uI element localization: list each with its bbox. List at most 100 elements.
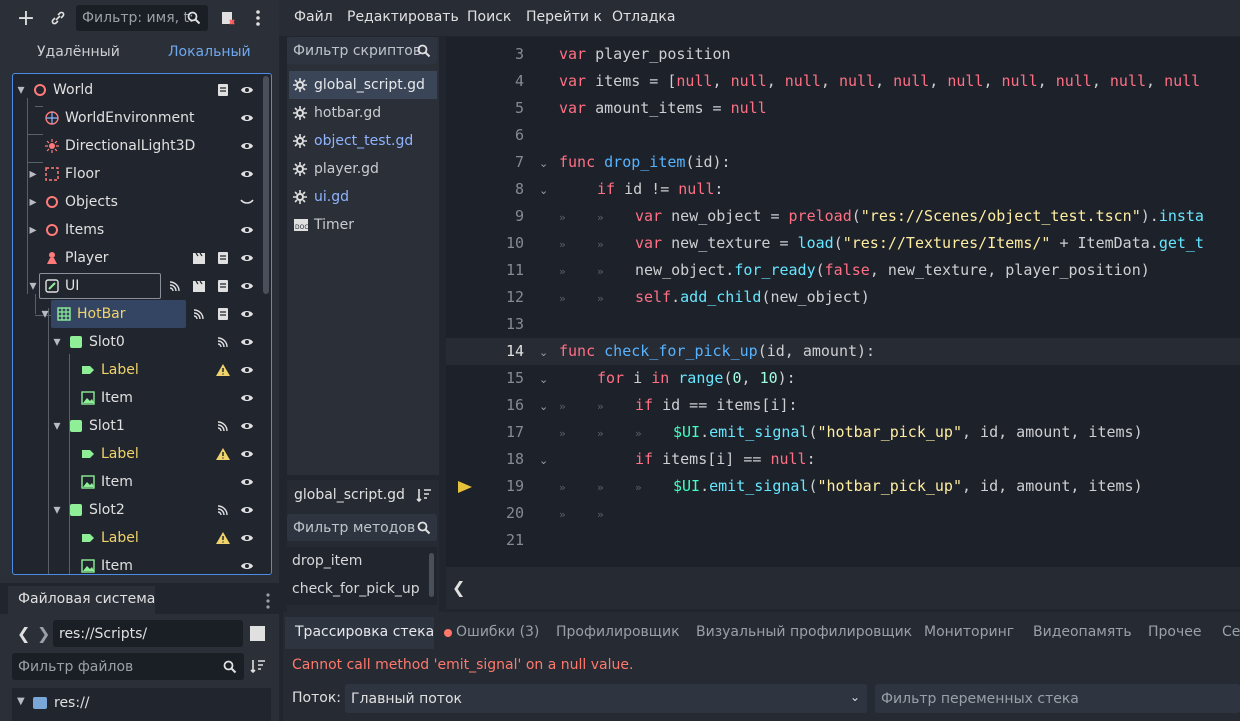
attach-script-icon[interactable] xyxy=(218,8,238,28)
signal-icon[interactable] xyxy=(215,334,231,350)
tree-row[interactable]: ▸ Objects xyxy=(13,188,271,216)
tree-row[interactable]: ▸ Floor xyxy=(13,160,271,188)
method-item[interactable]: check_for_pick_up xyxy=(292,581,420,597)
signal-icon[interactable] xyxy=(191,306,207,322)
debugger-tab[interactable]: Мониторинг xyxy=(924,624,1014,640)
script-icon[interactable] xyxy=(215,278,231,294)
toggle-split-icon[interactable] xyxy=(250,626,265,641)
script-list-item[interactable]: object_test.gd xyxy=(287,127,437,155)
tree-row[interactable]: Item xyxy=(13,552,271,574)
visibility-icon[interactable] xyxy=(239,222,255,238)
tree-row[interactable]: ▾ UI xyxy=(13,272,271,300)
visibility-icon[interactable] xyxy=(239,82,255,98)
tree-row[interactable]: ▸ Items xyxy=(13,216,271,244)
menu-item[interactable]: Перейти к xyxy=(526,9,602,25)
visibility-icon[interactable] xyxy=(239,502,255,518)
kebab-icon[interactable] xyxy=(262,591,274,611)
hidden-icon[interactable] xyxy=(239,194,255,210)
tree-row[interactable]: DirectionalLight3D xyxy=(13,132,271,160)
menu-item[interactable]: Отладка xyxy=(612,9,675,25)
tree-row[interactable]: Item xyxy=(13,468,271,496)
tab-local[interactable]: Локальный xyxy=(168,44,251,60)
script-icon[interactable] xyxy=(215,250,231,266)
stack-var-filter-input[interactable]: Фильтр переменных стека xyxy=(875,684,1240,713)
script-icon[interactable] xyxy=(215,306,231,322)
tree-row[interactable]: ▾ Slot2 xyxy=(13,496,271,524)
tree-row[interactable]: Label xyxy=(13,524,271,552)
chevron-right-icon[interactable]: ▸ xyxy=(27,194,39,210)
debugger-tab[interactable]: Профилировщик xyxy=(556,624,680,640)
visibility-icon[interactable] xyxy=(239,362,255,378)
fold-arrow-icon[interactable]: ⌄ xyxy=(539,157,548,170)
debugger-tab[interactable]: Ошибки (3) xyxy=(456,624,539,640)
file-tree[interactable] xyxy=(12,688,271,721)
visibility-icon[interactable] xyxy=(239,390,255,406)
script-list-item[interactable]: global_script.gd xyxy=(287,71,437,99)
fold-arrow-icon[interactable]: ⌄ xyxy=(539,373,548,386)
script-list-item[interactable]: DOC Timer xyxy=(287,211,437,239)
tree-row[interactable]: ▾ HotBar xyxy=(13,300,271,328)
fold-arrow-icon[interactable]: ⌄ xyxy=(539,184,548,197)
chevron-down-icon[interactable]: ▾ xyxy=(39,306,51,322)
scene-instance-icon[interactable] xyxy=(191,278,207,294)
chevron-down-icon[interactable]: ▾ xyxy=(15,82,27,98)
visibility-icon[interactable] xyxy=(239,278,255,294)
menu-item[interactable]: Файл xyxy=(294,9,333,25)
visibility-icon[interactable] xyxy=(239,306,255,322)
tree-row[interactable]: ▾ World xyxy=(13,76,271,104)
visibility-icon[interactable] xyxy=(239,418,255,434)
kebab-icon[interactable] xyxy=(250,8,266,28)
visibility-icon[interactable] xyxy=(239,334,255,350)
method-item[interactable]: drop_item xyxy=(292,553,362,569)
debugger-tab[interactable]: Видеопамять xyxy=(1033,624,1132,640)
debugger-tab[interactable]: Сет xyxy=(1222,624,1240,640)
debugger-tab[interactable]: Трассировка стека xyxy=(295,624,434,640)
visibility-icon[interactable] xyxy=(239,166,255,182)
link-icon[interactable] xyxy=(48,8,68,28)
chevron-down-icon[interactable]: ▾ xyxy=(51,418,63,434)
menu-item[interactable]: Редактировать xyxy=(347,9,459,25)
fold-arrow-icon[interactable]: ⌄ xyxy=(539,346,548,359)
visibility-icon[interactable] xyxy=(239,250,255,266)
path-field[interactable]: res://Scripts/ xyxy=(53,620,243,647)
thread-select[interactable]: Главный поток xyxy=(345,684,867,713)
tree-row[interactable]: ▾ Slot1 xyxy=(13,412,271,440)
visibility-icon[interactable] xyxy=(239,530,255,546)
tree-scrollbar[interactable] xyxy=(263,76,269,294)
tree-row[interactable]: Label xyxy=(13,440,271,468)
add-node-button[interactable]: + xyxy=(14,6,38,31)
chevron-down-icon[interactable]: ⌄ xyxy=(850,690,860,704)
back-icon[interactable]: ❮ xyxy=(17,624,30,643)
sort-icon[interactable] xyxy=(250,658,266,674)
chevron-right-icon[interactable]: ▸ xyxy=(27,222,39,238)
chevron-right-icon[interactable]: ▸ xyxy=(27,166,39,182)
tree-row[interactable]: Label xyxy=(13,356,271,384)
scene-instance-icon[interactable] xyxy=(191,250,207,266)
fold-arrow-icon[interactable]: ⌄ xyxy=(539,454,548,467)
sort-methods-icon[interactable] xyxy=(416,487,432,503)
file-filter-input[interactable]: Фильтр файлов xyxy=(12,653,244,680)
script-list-item[interactable]: hotbar.gd xyxy=(287,99,437,127)
visibility-icon[interactable] xyxy=(239,110,255,126)
script-list-item[interactable]: player.gd xyxy=(287,155,437,183)
signal-icon[interactable] xyxy=(167,278,183,294)
chevron-down-icon[interactable]: ▾ xyxy=(27,278,39,294)
script-filter-input[interactable]: Фильтр скриптов xyxy=(287,37,437,64)
chevron-down-icon[interactable]: ▼ xyxy=(17,696,25,707)
visibility-icon[interactable] xyxy=(239,558,255,574)
visibility-icon[interactable] xyxy=(239,446,255,462)
debugger-tab[interactable]: Визуальный профилировщик xyxy=(696,624,912,640)
warning-icon[interactable] xyxy=(215,362,231,378)
tree-row[interactable]: Item xyxy=(13,384,271,412)
debugger-tab[interactable]: Прочее xyxy=(1148,624,1201,640)
tree-row[interactable]: ▾ Slot0 xyxy=(13,328,271,356)
visibility-icon[interactable] xyxy=(239,474,255,490)
chevron-down-icon[interactable]: ▾ xyxy=(51,502,63,518)
warning-icon[interactable] xyxy=(215,530,231,546)
script-icon[interactable] xyxy=(215,82,231,98)
visibility-icon[interactable] xyxy=(239,138,255,154)
method-scrollbar[interactable] xyxy=(429,553,434,597)
warning-icon[interactable] xyxy=(215,446,231,462)
fold-arrow-icon[interactable]: ⌄ xyxy=(539,400,548,413)
tab-remote[interactable]: Удалённый xyxy=(37,44,120,60)
